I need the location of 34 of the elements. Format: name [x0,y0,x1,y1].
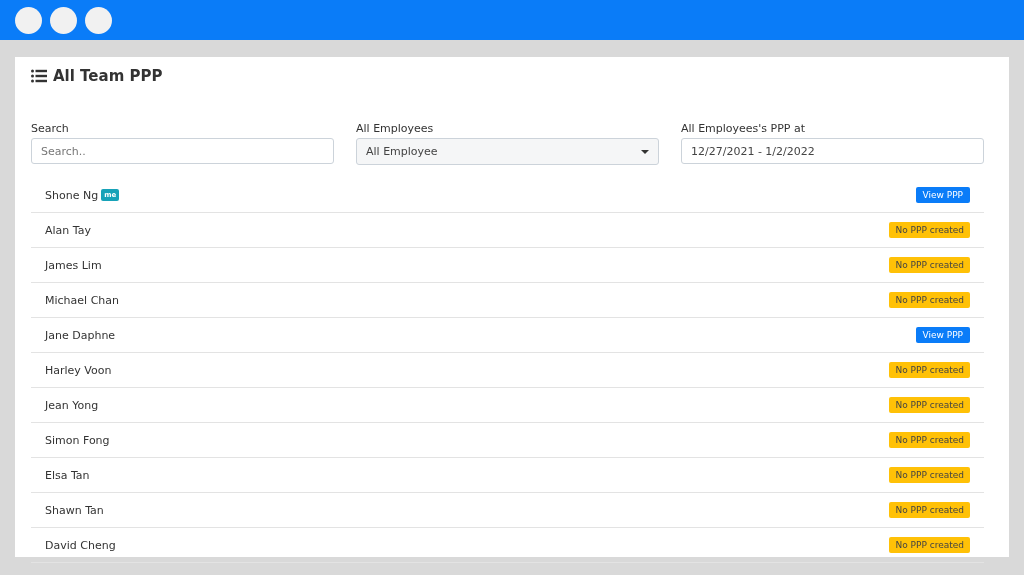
employee-name: Shawn Tan [45,503,104,517]
caret-icon [641,149,649,154]
status-badge: No PPP created [889,257,970,273]
status-badge: No PPP created [889,537,970,553]
status-badge: No PPP created [889,222,970,238]
status-badge: No PPP created [889,362,970,378]
view-ppp-button[interactable]: View PPP [915,327,970,343]
page-title: All Team PPP [53,67,163,85]
status-badge: No PPP created [889,397,970,413]
status-badge: No PPP created [889,432,970,448]
employee-name: Elsa Tan [45,468,90,482]
field-label: All Employees's PPP at [681,122,807,135]
employee-name: Simon Fong [45,433,110,447]
field-label: All Employees [356,122,435,135]
status-badge: No PPP created [889,502,970,518]
view-ppp-button[interactable]: View PPP [915,187,970,203]
employee-name: Michael Chan [45,293,119,307]
employee-name: Alan Tay [45,223,91,237]
employee-name: Harley Voon [45,363,112,377]
employee-name: Jean Yong [45,398,99,412]
search-field[interactable]: Search.. [31,138,334,164]
window-dot [50,6,77,34]
employee-dropdown[interactable]: All Employee [356,138,659,165]
employee-name: Shone Ng [45,188,99,202]
status-badge: No PPP created [889,467,970,483]
date-range-field[interactable]: 12/27/2021 - 1/2/2022 [681,138,984,164]
employee-name: Jane Daphne [45,328,116,342]
status-badge: No PPP created [889,292,970,308]
employee-name: James Lim [45,258,102,272]
employee-name: David Cheng [45,538,116,552]
window-dot [15,6,42,34]
list-icon [31,69,47,83]
field-label: Search [31,122,70,135]
window-dot [85,6,112,34]
